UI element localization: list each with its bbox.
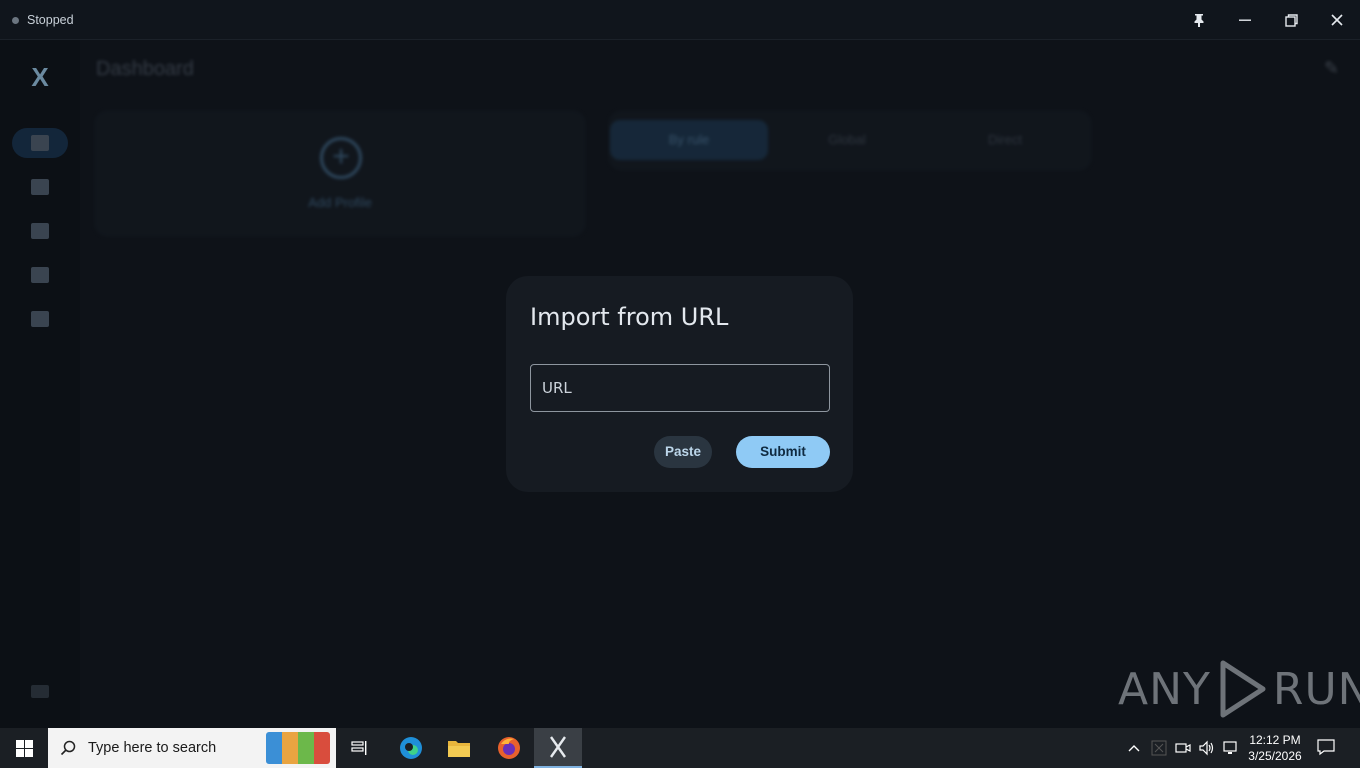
mode-by-rule[interactable]: By rule: [610, 120, 768, 160]
watermark-right: RUN: [1272, 663, 1360, 715]
start-button[interactable]: [0, 728, 48, 768]
sidebar-item-profiles[interactable]: [12, 172, 68, 202]
title-bar: Stopped: [0, 0, 1360, 40]
dialog-title: Import from URL: [530, 303, 729, 331]
list-icon: [31, 267, 49, 283]
collapse-sidebar-icon[interactable]: [31, 685, 49, 698]
sidebar-item-logs[interactable]: [12, 216, 68, 246]
firefox-icon[interactable]: [489, 732, 529, 764]
close-button[interactable]: [1321, 6, 1353, 34]
watermark-left: ANY: [1118, 663, 1211, 715]
maximize-button[interactable]: [1275, 6, 1307, 34]
add-profile-label: Add Profile: [308, 195, 372, 210]
status-label: Stopped: [27, 13, 74, 27]
search-placeholder: Type here to search: [88, 740, 217, 756]
network-icon[interactable]: [1222, 728, 1240, 768]
sidebar: X: [0, 40, 80, 728]
paste-button[interactable]: Paste: [654, 436, 712, 468]
file-explorer-icon[interactable]: [439, 732, 479, 764]
pin-button[interactable]: [1183, 6, 1215, 34]
core-status: Stopped: [12, 13, 74, 27]
search-highlight-image: [266, 732, 330, 764]
edge-browser-icon[interactable]: [391, 732, 431, 764]
anyrun-watermark: ANY RUN: [1118, 656, 1360, 722]
task-view-icon[interactable]: [340, 732, 380, 764]
maximize-icon: [1284, 13, 1298, 27]
chevron-up-icon: [1128, 745, 1140, 752]
page-title: Dashboard: [96, 58, 194, 80]
app-logo: X: [31, 62, 49, 92]
taskbar-clock[interactable]: 12:12 PM 3/25/2026: [1240, 732, 1310, 764]
add-circle-icon: +: [320, 137, 362, 179]
add-profile-card[interactable]: + Add Profile: [94, 110, 586, 237]
proxy-mode-selector: By rule Global Direct: [608, 110, 1092, 171]
minimize-button[interactable]: [1229, 6, 1261, 34]
clock-time: 12:12 PM: [1249, 733, 1301, 747]
tools-icon: [31, 311, 49, 327]
app-window: Stopped X Dashboard ✎ + Add Profile By r…: [0, 0, 1360, 728]
app-x-icon: [550, 736, 566, 758]
search-icon: [60, 740, 76, 756]
meet-now-icon[interactable]: [1175, 728, 1191, 768]
play-logo-icon: [1220, 660, 1266, 718]
folder-icon: [31, 179, 49, 195]
sidebar-item-dashboard[interactable]: [12, 128, 68, 158]
close-icon: [1331, 14, 1343, 26]
pin-icon: [1194, 14, 1204, 27]
notification-center-icon[interactable]: [1316, 738, 1338, 758]
edit-pencil-icon[interactable]: ✎: [1324, 58, 1344, 78]
import-url-dialog: Import from URL Paste Submit: [506, 276, 853, 492]
taskbar: Type here to search 12:12 PM 3/25/2026: [0, 728, 1360, 768]
mode-global[interactable]: Global: [768, 120, 926, 160]
sidebar-item-proxies[interactable]: [12, 260, 68, 290]
minimize-icon: [1239, 19, 1251, 21]
mode-direct[interactable]: Direct: [926, 120, 1084, 160]
submit-button[interactable]: Submit: [736, 436, 830, 468]
taskbar-search[interactable]: Type here to search: [48, 728, 336, 768]
show-hidden-icons[interactable]: [1127, 728, 1141, 768]
tray-app-icon[interactable]: [1151, 728, 1167, 768]
dashboard-icon: [31, 135, 49, 151]
checklist-icon: [31, 223, 49, 239]
sidebar-item-settings[interactable]: [12, 304, 68, 334]
url-input[interactable]: [530, 364, 830, 412]
status-dot-icon: [12, 16, 19, 24]
volume-icon[interactable]: [1198, 728, 1216, 768]
clock-date: 3/25/2026: [1248, 749, 1302, 763]
app-taskbar-button[interactable]: [534, 728, 582, 768]
windows-logo-icon: [15, 739, 33, 757]
